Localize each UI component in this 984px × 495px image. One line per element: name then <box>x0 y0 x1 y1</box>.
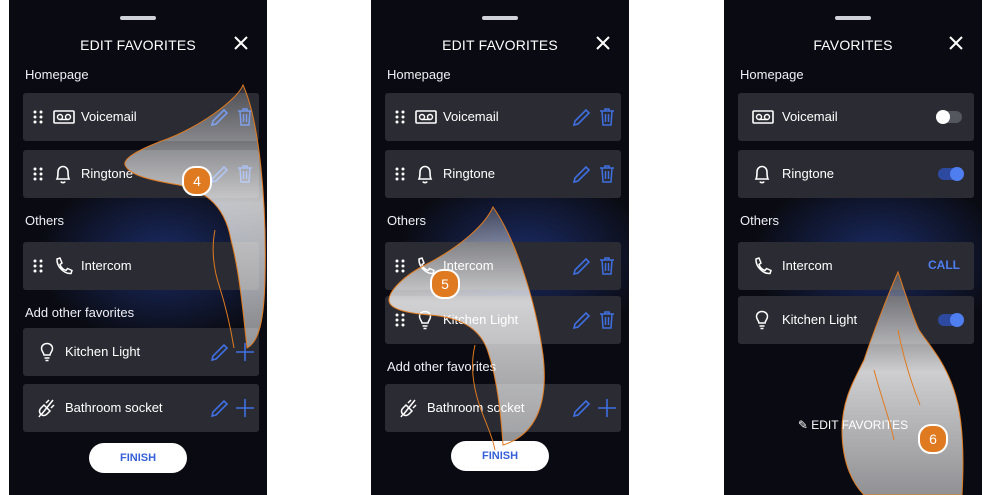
add-plus-icon[interactable] <box>597 397 617 419</box>
section-others: Others <box>25 213 65 228</box>
favorite-row-ringtone[interactable]: Ringtone <box>385 150 621 198</box>
plug-socket-icon <box>38 399 55 418</box>
screen-title: EDIT FAVORITES <box>80 37 196 53</box>
row-label: Intercom <box>782 258 833 273</box>
edit-pencil-icon[interactable] <box>209 341 229 363</box>
voicemail-icon <box>53 110 75 124</box>
edit-pencil-icon[interactable] <box>571 255 591 277</box>
trash-icon[interactable] <box>235 163 255 185</box>
section-homepage: Homepage <box>740 67 804 82</box>
phone-icon <box>56 257 73 275</box>
drag-icon[interactable] <box>395 167 405 181</box>
trash-icon[interactable] <box>235 106 255 128</box>
close-icon[interactable] <box>231 33 251 53</box>
voicemail-icon <box>752 110 774 124</box>
favorite-row-intercom[interactable]: Intercom <box>385 242 621 290</box>
bell-icon <box>55 165 71 184</box>
row-label: Bathroom socket <box>427 400 525 415</box>
voicemail-icon <box>415 110 437 124</box>
row-label: Voicemail <box>782 109 838 124</box>
edit-pencil-icon[interactable] <box>209 397 229 419</box>
plug-socket-icon <box>400 399 417 418</box>
bell-icon <box>417 165 433 184</box>
lightbulb-icon <box>40 342 54 362</box>
section-add-other-favorites: Add other favorites <box>25 305 135 320</box>
section-homepage: Homepage <box>25 67 89 82</box>
lightbulb-icon <box>418 310 432 330</box>
step-badge: 4 <box>182 166 212 196</box>
row-label: Intercom <box>81 258 132 273</box>
drag-icon[interactable] <box>33 110 43 124</box>
favorite-row-kitchen-light[interactable]: Kitchen Light <box>385 296 621 344</box>
favorite-row-intercom[interactable]: Intercom <box>23 242 259 290</box>
row-label: Ringtone <box>782 166 835 181</box>
edit-pencil-icon[interactable] <box>571 106 591 128</box>
favorite-row-ringtone[interactable]: Ringtone <box>23 150 259 198</box>
section-add-other-favorites: Add other favorites <box>387 359 497 374</box>
favorite-row-voicemail[interactable]: Voicemail <box>385 93 621 141</box>
step-badge: 6 <box>918 424 948 454</box>
trash-icon[interactable] <box>597 255 617 277</box>
favorite-row-bathroom-socket[interactable]: Bathroom socket <box>385 384 621 432</box>
trash-icon[interactable] <box>597 163 617 185</box>
screen-edit-favorites-step4: EDIT FAVORITES Homepage Voicemail Ringto… <box>9 0 267 495</box>
add-plus-icon[interactable] <box>235 341 255 363</box>
trash-icon[interactable] <box>597 309 617 331</box>
row-label: Kitchen Light <box>782 312 858 327</box>
row-label: Ringtone <box>443 166 496 181</box>
drag-icon[interactable] <box>395 110 405 124</box>
screen-title: EDIT FAVORITES <box>442 37 558 53</box>
edit-pencil-icon[interactable] <box>209 163 229 185</box>
favorite-row-bathroom-socket[interactable]: Bathroom socket <box>23 384 259 432</box>
toggle-switch-on[interactable] <box>938 167 964 181</box>
drag-icon[interactable] <box>395 259 405 273</box>
drag-handle-bar[interactable] <box>835 16 871 20</box>
add-plus-icon[interactable] <box>235 397 255 419</box>
section-others: Others <box>387 213 427 228</box>
favorite-row-voicemail[interactable]: Voicemail <box>23 93 259 141</box>
edit-pencil-icon[interactable] <box>571 397 591 419</box>
edit-pencil-icon: ✎ <box>797 418 808 432</box>
row-label: Ringtone <box>81 166 134 181</box>
row-label: Bathroom socket <box>65 400 163 415</box>
finish-button[interactable]: FINISH <box>89 443 187 473</box>
row-label: Voicemail <box>81 109 137 124</box>
toggle-switch-off[interactable] <box>936 110 962 124</box>
row-label: Voicemail <box>443 109 499 124</box>
favorite-row-kitchen-light[interactable]: Kitchen Light <box>738 296 974 344</box>
bell-icon <box>754 165 770 184</box>
favorite-row-intercom[interactable]: Intercom CALL <box>738 242 974 290</box>
drag-icon[interactable] <box>33 259 43 273</box>
row-label: Kitchen Light <box>443 312 519 327</box>
step-badge: 5 <box>430 269 460 299</box>
edit-pencil-icon[interactable] <box>209 106 229 128</box>
edit-pencil-icon[interactable] <box>571 309 591 331</box>
toggle-switch-on[interactable] <box>938 313 964 327</box>
screen-favorites-step6: FAVORITES Homepage Voicemail Ringtone Ot… <box>724 0 982 495</box>
screen-edit-favorites-step5: EDIT FAVORITES Homepage Voicemail Ringto… <box>371 0 629 495</box>
drag-icon[interactable] <box>33 167 43 181</box>
trash-icon[interactable] <box>597 106 617 128</box>
finish-button[interactable]: FINISH <box>451 441 549 471</box>
screen-title: FAVORITES <box>813 37 893 53</box>
drag-handle-bar[interactable] <box>120 16 156 20</box>
section-homepage: Homepage <box>387 67 451 82</box>
edit-pencil-icon[interactable] <box>571 163 591 185</box>
row-label: Kitchen Light <box>65 344 141 359</box>
drag-icon[interactable] <box>395 313 405 327</box>
lightbulb-icon <box>755 310 769 330</box>
close-icon[interactable] <box>593 33 613 53</box>
close-icon[interactable] <box>946 33 966 53</box>
favorite-row-kitchen-light[interactable]: Kitchen Light <box>23 328 259 376</box>
call-button[interactable]: CALL <box>928 258 960 272</box>
phone-icon <box>755 257 772 275</box>
edit-favorites-label: EDIT FAVORITES <box>811 418 909 432</box>
drag-handle-bar[interactable] <box>482 16 518 20</box>
favorite-row-voicemail[interactable]: Voicemail <box>738 93 974 141</box>
section-others: Others <box>740 213 780 228</box>
favorite-row-ringtone[interactable]: Ringtone <box>738 150 974 198</box>
